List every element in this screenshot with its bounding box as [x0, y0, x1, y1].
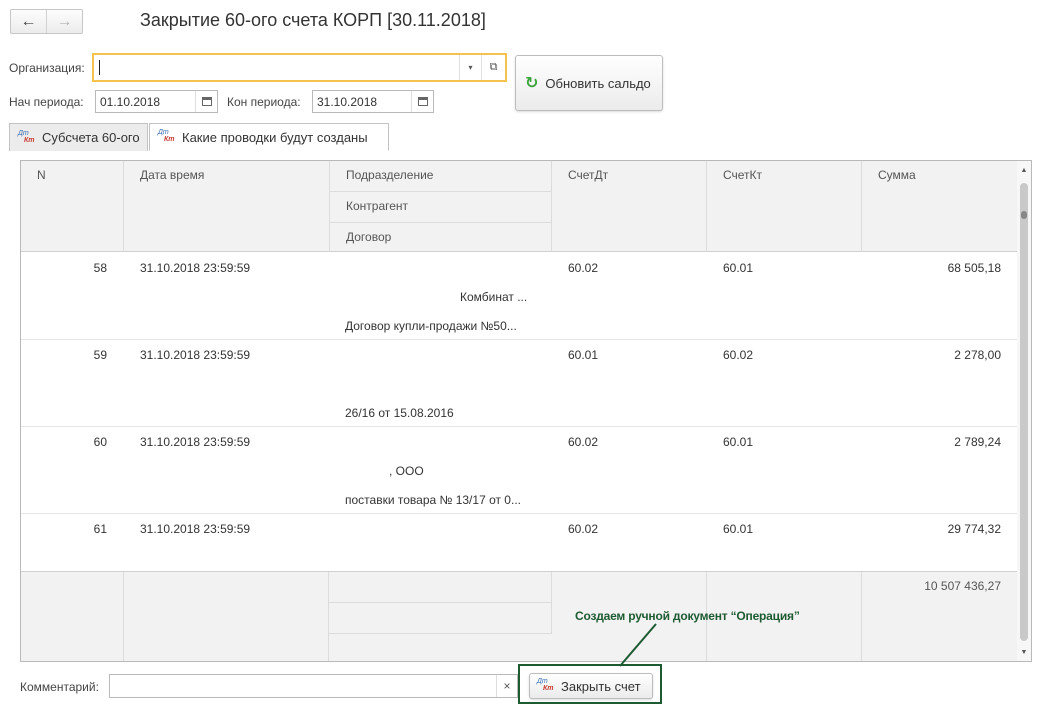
org-label: Организация:: [9, 61, 85, 75]
row-contract: Договор купли-продажи №50...: [345, 319, 517, 333]
page-title: Закрытие 60-ого счета КОРП [30.11.2018]: [140, 10, 486, 30]
row-counterparty: Комбинат ...: [460, 290, 528, 304]
calendar-icon: [417, 97, 428, 106]
text-cursor: [99, 60, 100, 75]
row-credit: 60.01: [723, 522, 754, 536]
tab-label: Какие проводки будут созданы: [182, 129, 368, 145]
row-sum: 29 774,32: [947, 522, 1001, 536]
scrollbar[interactable]: ▲ ▼: [1017, 161, 1031, 661]
header-debit[interactable]: СчетДт: [552, 161, 707, 252]
header-contract[interactable]: Договор: [330, 223, 552, 252]
nav-buttons: ← →: [10, 9, 83, 34]
row-datetime: 31.10.2018 23:59:59: [140, 348, 251, 362]
clear-button[interactable]: ×: [496, 675, 517, 697]
footer-cell: [124, 572, 329, 661]
row-n: 61: [93, 522, 107, 536]
refresh-icon: ↻: [525, 75, 539, 92]
table-footer: 10 507 436,27: [21, 571, 1018, 661]
table-row[interactable]: 58 31.10.2018 23:59:59 60.02 60.01 68 50…: [21, 253, 1018, 340]
row-datetime: 31.10.2018 23:59:59: [140, 435, 251, 449]
row-datetime: 31.10.2018 23:59:59: [140, 522, 251, 536]
close-account-label: Закрыть счет: [561, 678, 641, 694]
header-division[interactable]: Подразделение: [330, 161, 552, 192]
tab-label: Субсчета 60-ого: [42, 130, 140, 145]
footer-cell: [329, 572, 552, 603]
table-row[interactable]: 61 31.10.2018 23:59:59 60.02 60.01 29 77…: [21, 514, 1018, 571]
scroll-position-marker: [1021, 211, 1027, 219]
header-counterparty[interactable]: Контрагент: [330, 192, 552, 223]
open-icon: ⧉: [489, 61, 498, 73]
dt-kt-icon: Дт Кт: [158, 129, 175, 143]
refresh-balance-button[interactable]: ↻ Обновить сальдо: [515, 55, 663, 111]
period-start-label: Нач периода:: [9, 95, 84, 109]
footer-cell: [21, 572, 124, 661]
row-contract: 26/16 от 15.08.2016: [345, 406, 454, 420]
dropdown-button[interactable]: ▾: [459, 55, 481, 80]
scroll-thumb[interactable]: [1020, 183, 1028, 641]
row-debit: 60.02: [568, 261, 599, 275]
row-sum: 2 278,00: [954, 348, 1001, 362]
row-credit: 60.02: [723, 348, 754, 362]
period-end-field[interactable]: 31.10.2018: [312, 90, 434, 113]
footer-total: 10 507 436,27: [924, 579, 1001, 593]
period-start-value: 01.10.2018: [100, 95, 161, 109]
period-end-label: Кон периода:: [227, 95, 301, 109]
row-datetime: 31.10.2018 23:59:59: [140, 261, 251, 275]
table-row[interactable]: 60 31.10.2018 23:59:59 60.02 60.01 2 789…: [21, 427, 1018, 514]
scroll-down-icon[interactable]: ▼: [1017, 645, 1031, 659]
row-n: 60: [93, 435, 107, 449]
row-debit: 60.02: [568, 435, 599, 449]
arrow-left-icon: ←: [20, 12, 37, 30]
postings-table: N Дата время Подразделение Контрагент До…: [20, 160, 1032, 662]
comment-field[interactable]: ×: [109, 674, 518, 698]
row-debit: 60.02: [568, 522, 599, 536]
row-n: 58: [93, 261, 107, 275]
comment-label: Комментарий:: [20, 680, 99, 694]
row-sum: 2 789,24: [954, 435, 1001, 449]
header-datetime[interactable]: Дата время: [124, 161, 330, 252]
arrow-right-icon: →: [56, 12, 73, 30]
refresh-label: Обновить сальдо: [545, 75, 651, 91]
calendar-icon: [201, 97, 212, 106]
row-counterparty: , ООО: [389, 464, 424, 478]
tab-subaccounts[interactable]: Дт Кт Субсчета 60-ого: [9, 123, 148, 151]
period-end-value: 31.10.2018: [317, 95, 378, 109]
period-start-field[interactable]: 01.10.2018: [95, 90, 218, 113]
dt-kt-icon: Дт Кт: [18, 129, 35, 144]
row-n: 59: [93, 348, 107, 362]
header-sum[interactable]: Сумма: [862, 161, 1018, 252]
org-field[interactable]: ▾ ⧉: [92, 53, 507, 82]
annotation-text: Создаем ручной документ “Операция”: [575, 609, 800, 623]
row-debit: 60.01: [568, 348, 599, 362]
calendar-button[interactable]: [411, 91, 433, 112]
header-credit[interactable]: СчетКт: [707, 161, 862, 252]
open-button[interactable]: ⧉: [481, 55, 505, 80]
scroll-up-icon[interactable]: ▲: [1017, 163, 1031, 177]
row-credit: 60.01: [723, 435, 754, 449]
footer-cell: [329, 603, 552, 634]
row-contract: поставки товара № 13/17 от 0...: [345, 493, 521, 507]
tab-postings[interactable]: Дт Кт Какие проводки будут созданы: [149, 123, 389, 151]
back-button[interactable]: ←: [11, 10, 46, 33]
row-credit: 60.01: [723, 261, 754, 275]
close-account-button[interactable]: Дт Кт Закрыть счет: [529, 673, 653, 699]
header-n[interactable]: N: [21, 161, 124, 252]
forward-button[interactable]: →: [46, 10, 82, 33]
table-row[interactable]: 59 31.10.2018 23:59:59 60.01 60.02 2 278…: [21, 340, 1018, 427]
row-sum: 68 505,18: [947, 261, 1001, 275]
chevron-down-icon: ▾: [468, 63, 473, 72]
close-icon: ×: [503, 679, 511, 693]
dt-kt-icon: Дт Кт: [537, 678, 554, 692]
calendar-button[interactable]: [195, 91, 217, 112]
